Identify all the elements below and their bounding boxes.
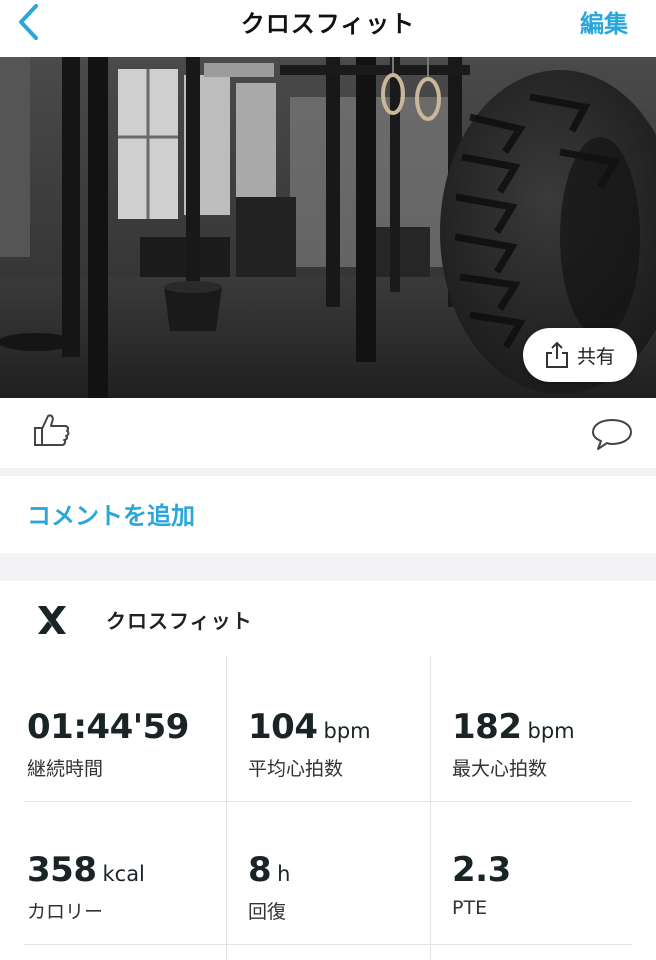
add-comment-button[interactable]: コメントを追加 (27, 496, 195, 531)
like-button[interactable] (32, 410, 72, 450)
share-icon (545, 341, 568, 368)
back-button[interactable] (8, 2, 48, 42)
stat-max-heart-rate: 182 bpm 最大心拍数 (452, 710, 575, 781)
comment-button[interactable] (588, 414, 636, 454)
stat-avg-heart-rate: 104 bpm 平均心拍数 (248, 710, 371, 781)
stat-duration: 01:44'59 継続時間 (27, 710, 189, 781)
stat-calories: 358 kcal カロリー (27, 853, 145, 924)
chevron-left-icon (19, 4, 38, 40)
action-bar (0, 398, 656, 468)
stat-label: 回復 (248, 901, 287, 923)
stat-value: 01:44'59 (27, 707, 189, 747)
stat-value-row: 182 bpm (452, 710, 575, 744)
stat-value: 358 (27, 850, 97, 890)
stat-recovery: 8h 回復 (248, 853, 290, 924)
stat-unit: kcal (102, 862, 145, 886)
share-label: 共有 (576, 345, 615, 368)
stat-label: 平均心拍数 (248, 758, 344, 780)
stat-value: 2.3 (452, 850, 511, 890)
stat-unit: bpm (527, 719, 575, 743)
stat-value: 182 (452, 707, 522, 747)
crossfit-icon (34, 602, 70, 638)
speech-bubble-icon (592, 419, 632, 450)
stat-unit: bpm (323, 719, 371, 743)
stat-label: PTE (452, 897, 488, 919)
stat-label: 最大心拍数 (452, 758, 548, 780)
grid-divider (430, 656, 431, 960)
stat-unit: h (277, 862, 291, 886)
stat-value-row: 358 kcal (27, 853, 145, 887)
thumbs-up-icon (34, 414, 70, 446)
stat-label: カロリー (27, 901, 104, 923)
grid-divider (226, 656, 227, 960)
stat-pte: 2.3 PTE (452, 853, 511, 919)
grid-divider (24, 801, 632, 802)
edit-button[interactable]: 編集 (580, 4, 628, 39)
activity-name: クロスフィット (106, 609, 253, 633)
nav-bar: クロスフィット 編集 (0, 0, 656, 56)
stat-value-row: 2.3 (452, 853, 511, 887)
stats-grid: 01:44'59 継続時間 104 bpm 平均心拍数 182 bpm 最大心拍数 … (0, 656, 656, 960)
stat-value-row: 104 bpm (248, 710, 371, 744)
separator (0, 553, 656, 581)
stat-value-row: 8h (248, 853, 290, 887)
hero-image: 共有 (0, 57, 656, 398)
stat-value-row: 01:44'59 (27, 710, 189, 744)
separator (0, 468, 656, 476)
stat-value: 104 (248, 707, 318, 747)
share-button[interactable]: 共有 (523, 328, 637, 382)
stat-label: 継続時間 (27, 758, 104, 780)
stat-value: 8 (248, 850, 272, 890)
grid-divider (24, 944, 632, 945)
page-title: クロスフィット (240, 10, 416, 38)
